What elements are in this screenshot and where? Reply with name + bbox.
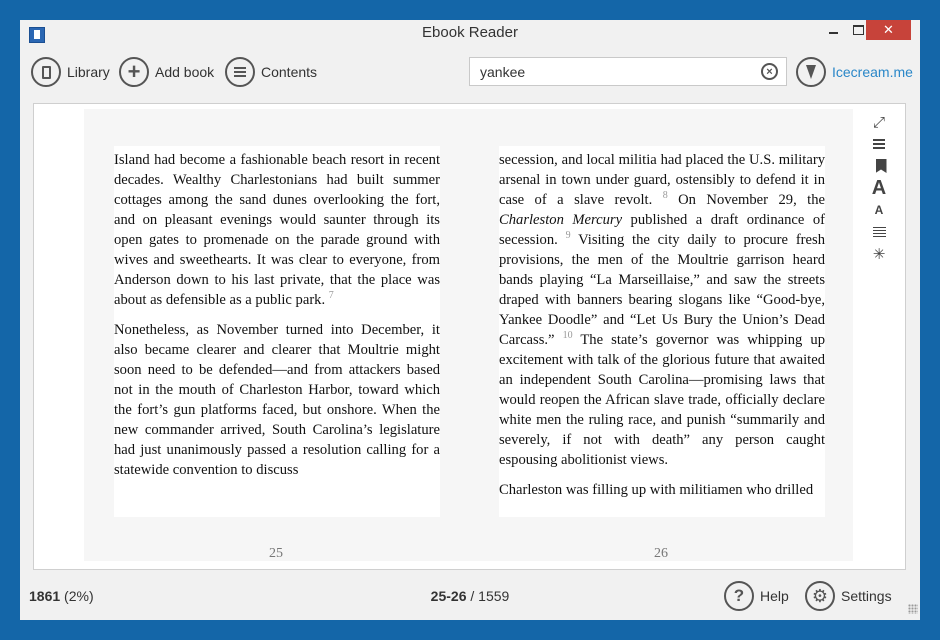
increase-font-icon[interactable]: A — [869, 177, 889, 199]
contents-list-icon[interactable] — [869, 134, 889, 154]
footnote-marker[interactable]: 7 — [329, 290, 334, 301]
status-bar: 1861 (2%) 25-26 / 1559 ? Help ⚙ Settings — [20, 576, 920, 616]
settings-button[interactable]: ⚙ Settings — [805, 580, 892, 612]
app-window: Ebook Reader ✕ Library + Add book Conten… — [20, 20, 920, 620]
right-page: secession, and local militia had placed … — [499, 146, 825, 517]
add-book-label: Add book — [155, 64, 215, 80]
paragraph: Nonetheless, as November turned into Dec… — [114, 322, 440, 478]
page-number-right: 26 — [654, 546, 668, 561]
brand-link[interactable]: Icecream.me — [796, 56, 913, 88]
plus-icon: + — [119, 57, 149, 87]
settings-label: Settings — [841, 588, 892, 604]
icecream-logo-icon — [796, 57, 826, 87]
fullscreen-icon[interactable] — [869, 112, 889, 132]
bookmark-icon[interactable] — [869, 156, 889, 176]
search-input[interactable] — [480, 63, 750, 81]
resize-grip-icon[interactable] — [908, 604, 918, 614]
paragraph: Charleston was filling up with militiame… — [499, 482, 814, 498]
gear-icon: ⚙ — [805, 581, 835, 611]
clear-search-icon[interactable]: × — [761, 63, 778, 80]
library-label: Library — [67, 64, 110, 80]
question-icon: ? — [724, 581, 754, 611]
window-title: Ebook Reader — [422, 24, 518, 41]
reader-area: Island had become a fashionable beach re… — [33, 103, 906, 570]
decrease-font-icon[interactable]: A — [869, 200, 889, 220]
add-book-button[interactable]: + Add book — [119, 56, 214, 88]
book-icon — [31, 57, 61, 87]
minimize-button[interactable] — [820, 20, 846, 40]
search-box: × — [469, 57, 787, 86]
text-align-icon[interactable] — [869, 222, 889, 242]
paragraph: secession, and local militia had placed … — [499, 152, 825, 468]
contents-label: Contents — [261, 64, 318, 80]
list-icon — [225, 57, 255, 87]
page-indicator[interactable]: 25-26 / 1559 — [410, 588, 530, 604]
library-button[interactable]: Library — [31, 56, 110, 88]
brand-label: Icecream.me — [832, 64, 913, 80]
left-page: Island had become a fashionable beach re… — [114, 146, 440, 517]
title-bar: Ebook Reader ✕ — [20, 20, 920, 46]
page-spread: Island had become a fashionable beach re… — [84, 109, 853, 561]
brightness-icon[interactable]: ✳ — [869, 244, 889, 264]
page-number-left: 25 — [269, 546, 283, 561]
contents-button[interactable]: Contents — [225, 56, 317, 88]
reading-position: 1861 (2%) — [29, 588, 94, 604]
help-button[interactable]: ? Help — [724, 580, 789, 612]
close-button[interactable]: ✕ — [866, 20, 911, 40]
paragraph: Island had become a fashionable beach re… — [114, 152, 440, 308]
toolbar: Library + Add book Contents × Icecream.m… — [20, 52, 920, 94]
side-toolbar: A A ✳ — [869, 112, 891, 266]
help-label: Help — [760, 588, 789, 604]
footnote-marker[interactable]: 10 — [563, 330, 573, 341]
